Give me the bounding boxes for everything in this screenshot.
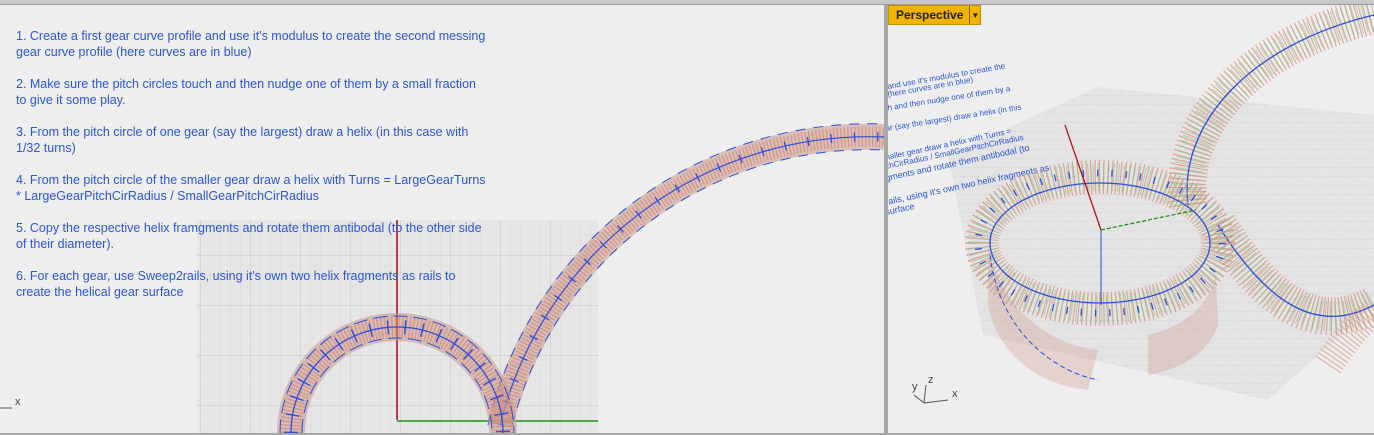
axis-gizmo — [913, 384, 949, 404]
note-step-6: 6. For each gear, use Sweep2rails, using… — [16, 269, 456, 299]
gizmo-axis-z-label: z — [928, 374, 934, 386]
dropdown-arrow-icon[interactable]: ▼ — [969, 6, 980, 24]
perspective-tab-label[interactable]: Perspective — [889, 6, 969, 24]
note-step-1: 1. Create a first gear curve profile and… — [16, 29, 486, 59]
note-step-5: 5. Copy the respective helix framgments … — [16, 221, 482, 251]
gizmo-axis-y-label: y — [912, 381, 918, 393]
perspective-viewport-tab[interactable]: Perspective ▼ — [888, 5, 982, 25]
gizmo-axis-x-label: x — [952, 388, 958, 400]
note-step-3: 3. From the pitch circle of one gear (sa… — [16, 125, 469, 155]
top-axis-x-label: x — [15, 396, 21, 408]
instruction-notes: 1. Create a first gear curve profile and… — [16, 28, 486, 316]
note-step-4: 4. From the pitch circle of the smaller … — [16, 173, 486, 203]
perspective-viewport[interactable]: and use it's modulus to create the (here… — [888, 5, 1374, 433]
note-step-2: 2. Make sure the pitch circles touch and… — [16, 77, 476, 107]
perspective-viewport-canvas[interactable]: and use it's modulus to create the (here… — [888, 5, 1374, 433]
top-viewport[interactable]: 1. Create a first gear curve profile and… — [0, 5, 884, 433]
